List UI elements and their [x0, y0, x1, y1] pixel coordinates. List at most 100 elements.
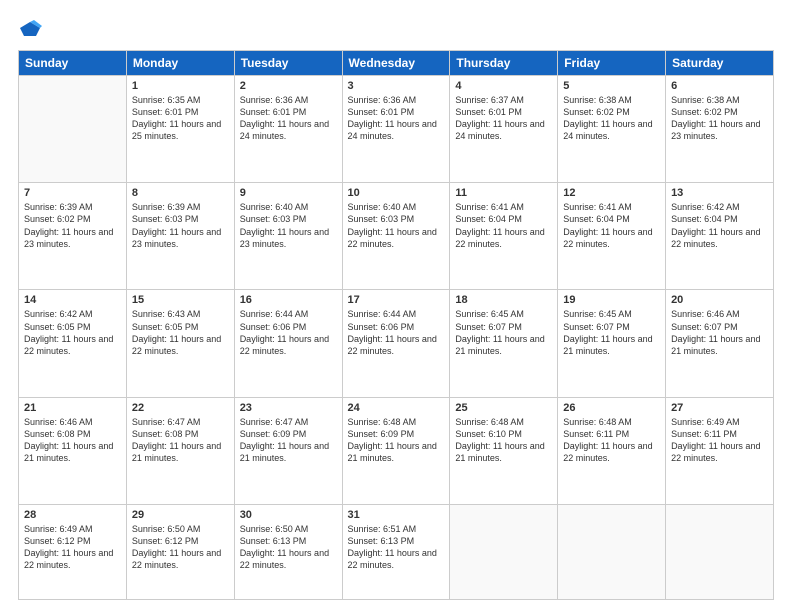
day-number: 6: [671, 80, 768, 92]
day-info: Sunrise: 6:37 AMSunset: 6:01 PMDaylight:…: [455, 94, 552, 143]
week-row-3: 14 Sunrise: 6:42 AMSunset: 6:05 PMDayligh…: [19, 290, 774, 397]
week-row-1: 1 Sunrise: 6:35 AMSunset: 6:01 PMDaylight…: [19, 76, 774, 183]
day-number: 3: [348, 80, 445, 92]
calendar-cell: 23 Sunrise: 6:47 AMSunset: 6:09 PMDayligh…: [234, 397, 342, 504]
day-info: Sunrise: 6:35 AMSunset: 6:01 PMDaylight:…: [132, 94, 229, 143]
day-info: Sunrise: 6:47 AMSunset: 6:09 PMDaylight:…: [240, 416, 337, 465]
day-info: Sunrise: 6:45 AMSunset: 6:07 PMDaylight:…: [563, 308, 660, 357]
calendar-cell: 2Sunrise: 6:36 AMSunset: 6:01 PMDaylight…: [234, 76, 342, 183]
week-row-2: 7 Sunrise: 6:39 AMSunset: 6:02 PMDaylight…: [19, 183, 774, 290]
day-number: 29: [132, 509, 229, 521]
day-number: 14: [24, 294, 121, 306]
calendar-cell: 24 Sunrise: 6:48 AMSunset: 6:09 PMDayligh…: [342, 397, 450, 504]
day-number: 18: [455, 294, 552, 306]
day-info: Sunrise: 6:47 AMSunset: 6:08 PMDaylight:…: [132, 416, 229, 465]
week-row-4: 21Sunrise: 6:46 AMSunset: 6:08 PMDayligh…: [19, 397, 774, 504]
day-info: Sunrise: 6:43 AMSunset: 6:05 PMDaylight:…: [132, 308, 229, 357]
day-info: Sunrise: 6:40 AMSunset: 6:03 PMDaylight:…: [348, 201, 445, 250]
calendar-cell: 28 Sunrise: 6:49 AMSunset: 6:12 PMDayligh…: [19, 504, 127, 599]
calendar-cell: 15Sunrise: 6:43 AMSunset: 6:05 PMDayligh…: [126, 290, 234, 397]
day-info: Sunrise: 6:44 AMSunset: 6:06 PMDaylight:…: [348, 308, 445, 357]
calendar-cell: 26 Sunrise: 6:48 AMSunset: 6:11 PMDayligh…: [558, 397, 666, 504]
header-thursday: Thursday: [450, 51, 558, 76]
calendar-cell: 8 Sunrise: 6:39 AMSunset: 6:03 PMDaylight…: [126, 183, 234, 290]
calendar-table: Sunday Monday Tuesday Wednesday Thursday…: [18, 50, 774, 600]
day-info: Sunrise: 6:39 AMSunset: 6:02 PMDaylight:…: [24, 201, 121, 250]
day-number: 9: [240, 187, 337, 199]
day-number: 28: [24, 509, 121, 521]
day-number: 11: [455, 187, 552, 199]
logo: [18, 18, 42, 40]
day-number: 5: [563, 80, 660, 92]
day-info: Sunrise: 6:41 AMSunset: 6:04 PMDaylight:…: [455, 201, 552, 250]
day-info: Sunrise: 6:49 AMSunset: 6:12 PMDaylight:…: [24, 523, 121, 572]
day-number: 26: [563, 402, 660, 414]
calendar-cell: 29 Sunrise: 6:50 AMSunset: 6:12 PMDayligh…: [126, 504, 234, 599]
calendar-cell: [450, 504, 558, 599]
day-info: Sunrise: 6:42 AMSunset: 6:05 PMDaylight:…: [24, 308, 121, 357]
day-number: 2: [240, 80, 337, 92]
day-info: Sunrise: 6:36 AMSunset: 6:01 PMDaylight:…: [348, 94, 445, 143]
calendar-cell: 18 Sunrise: 6:45 AMSunset: 6:07 PMDayligh…: [450, 290, 558, 397]
day-info: Sunrise: 6:48 AMSunset: 6:11 PMDaylight:…: [563, 416, 660, 465]
calendar-cell: 11 Sunrise: 6:41 AMSunset: 6:04 PMDayligh…: [450, 183, 558, 290]
day-number: 25: [455, 402, 552, 414]
day-number: 30: [240, 509, 337, 521]
calendar-cell: 13 Sunrise: 6:42 AMSunset: 6:04 PMDayligh…: [666, 183, 774, 290]
day-info: Sunrise: 6:48 AMSunset: 6:09 PMDaylight:…: [348, 416, 445, 465]
calendar-cell: 6Sunrise: 6:38 AMSunset: 6:02 PMDaylight…: [666, 76, 774, 183]
day-number: 13: [671, 187, 768, 199]
calendar-cell: 14 Sunrise: 6:42 AMSunset: 6:05 PMDayligh…: [19, 290, 127, 397]
calendar-cell: 10 Sunrise: 6:40 AMSunset: 6:03 PMDayligh…: [342, 183, 450, 290]
day-info: Sunrise: 6:44 AMSunset: 6:06 PMDaylight:…: [240, 308, 337, 357]
header-sunday: Sunday: [19, 51, 127, 76]
day-info: Sunrise: 6:45 AMSunset: 6:07 PMDaylight:…: [455, 308, 552, 357]
day-info: Sunrise: 6:41 AMSunset: 6:04 PMDaylight:…: [563, 201, 660, 250]
header-friday: Friday: [558, 51, 666, 76]
calendar-cell: 16 Sunrise: 6:44 AMSunset: 6:06 PMDayligh…: [234, 290, 342, 397]
day-info: Sunrise: 6:48 AMSunset: 6:10 PMDaylight:…: [455, 416, 552, 465]
logo-icon: [20, 18, 42, 40]
day-number: 10: [348, 187, 445, 199]
weekday-header-row: Sunday Monday Tuesday Wednesday Thursday…: [19, 51, 774, 76]
day-number: 17: [348, 294, 445, 306]
day-info: Sunrise: 6:40 AMSunset: 6:03 PMDaylight:…: [240, 201, 337, 250]
calendar-cell: [558, 504, 666, 599]
day-number: 12: [563, 187, 660, 199]
day-info: Sunrise: 6:39 AMSunset: 6:03 PMDaylight:…: [132, 201, 229, 250]
day-info: Sunrise: 6:42 AMSunset: 6:04 PMDaylight:…: [671, 201, 768, 250]
calendar-cell: [666, 504, 774, 599]
day-number: 4: [455, 80, 552, 92]
day-number: 19: [563, 294, 660, 306]
calendar-cell: 25 Sunrise: 6:48 AMSunset: 6:10 PMDayligh…: [450, 397, 558, 504]
calendar-cell: 7 Sunrise: 6:39 AMSunset: 6:02 PMDaylight…: [19, 183, 127, 290]
day-number: 1: [132, 80, 229, 92]
calendar-cell: 27Sunrise: 6:49 AMSunset: 6:11 PMDayligh…: [666, 397, 774, 504]
day-number: 24: [348, 402, 445, 414]
day-number: 16: [240, 294, 337, 306]
calendar-cell: 5Sunrise: 6:38 AMSunset: 6:02 PMDaylight…: [558, 76, 666, 183]
header-tuesday: Tuesday: [234, 51, 342, 76]
header-monday: Monday: [126, 51, 234, 76]
day-number: 20: [671, 294, 768, 306]
header-wednesday: Wednesday: [342, 51, 450, 76]
calendar-cell: 3 Sunrise: 6:36 AMSunset: 6:01 PMDaylight…: [342, 76, 450, 183]
calendar-cell: 9 Sunrise: 6:40 AMSunset: 6:03 PMDaylight…: [234, 183, 342, 290]
day-info: Sunrise: 6:46 AMSunset: 6:08 PMDaylight:…: [24, 416, 121, 465]
calendar-cell: 4 Sunrise: 6:37 AMSunset: 6:01 PMDaylight…: [450, 76, 558, 183]
day-number: 31: [348, 509, 445, 521]
day-info: Sunrise: 6:49 AMSunset: 6:11 PMDaylight:…: [671, 416, 768, 465]
day-number: 8: [132, 187, 229, 199]
day-number: 7: [24, 187, 121, 199]
header-saturday: Saturday: [666, 51, 774, 76]
calendar-cell: 31 Sunrise: 6:51 AMSunset: 6:13 PMDayligh…: [342, 504, 450, 599]
calendar-cell: 30Sunrise: 6:50 AMSunset: 6:13 PMDayligh…: [234, 504, 342, 599]
calendar-cell: 12 Sunrise: 6:41 AMSunset: 6:04 PMDayligh…: [558, 183, 666, 290]
day-number: 22: [132, 402, 229, 414]
week-row-5: 28 Sunrise: 6:49 AMSunset: 6:12 PMDayligh…: [19, 504, 774, 599]
day-info: Sunrise: 6:51 AMSunset: 6:13 PMDaylight:…: [348, 523, 445, 572]
day-info: Sunrise: 6:50 AMSunset: 6:12 PMDaylight:…: [132, 523, 229, 572]
page-header: [18, 18, 774, 40]
calendar-page: Sunday Monday Tuesday Wednesday Thursday…: [0, 0, 792, 612]
day-number: 23: [240, 402, 337, 414]
